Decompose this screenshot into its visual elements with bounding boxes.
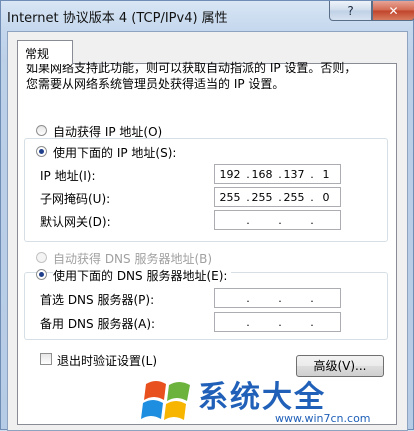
gateway-dot-3: . — [310, 214, 314, 227]
manual-dns-label[interactable]: 使用下面的 DNS 服务器地址(E): — [53, 267, 232, 284]
pdns-dot-1: . — [246, 292, 250, 305]
mask-octet-2: 255 — [251, 191, 273, 204]
auto-dns-radio[interactable] — [36, 252, 47, 263]
help-button[interactable]: ? — [329, 1, 372, 21]
default-gateway-input[interactable]: . . . — [214, 210, 341, 230]
pdns-dot-2: . — [278, 292, 282, 305]
alternate-dns-input[interactable]: . . . — [214, 312, 341, 332]
ip-octet-3: 137 — [283, 168, 305, 181]
close-icon: ✕ — [388, 3, 399, 18]
ip-address-label: IP 地址(I): — [40, 169, 96, 183]
gateway-dot-1: . — [246, 214, 250, 227]
manual-ip-label[interactable]: 使用下面的 IP 地址(S): — [53, 144, 181, 161]
auto-ip-label[interactable]: 自动获得 IP 地址(O) — [53, 123, 162, 140]
validate-on-exit-label[interactable]: 退出时验证设置(L) — [57, 352, 157, 369]
windows-logo-icon — [141, 381, 190, 420]
subnet-mask-label: 子网掩码(U): — [40, 192, 111, 206]
watermark-text: 系统大全 — [198, 380, 326, 415]
adns-dot-3: . — [310, 316, 314, 329]
manual-dns-radio[interactable] — [36, 269, 47, 280]
tab-general[interactable]: 常规 — [17, 40, 73, 64]
description-line-2: 您需要从网络系统管理员处获得适当的 IP 设置。 — [26, 77, 285, 91]
adns-dot-1: . — [246, 316, 250, 329]
adns-dot-2: . — [278, 316, 282, 329]
ip-octet-1: 192 — [219, 168, 241, 181]
pdns-dot-3: . — [310, 292, 314, 305]
gateway-dot-2: . — [278, 214, 282, 227]
ip-address-input[interactable]: 192 . 168 . 137 . 1 — [214, 164, 341, 184]
preferred-dns-input[interactable]: . . . — [214, 288, 341, 308]
description-text: 如果网络支持此功能，则可以获取自动指派的 IP 设置。否则， 您需要从网络系统管… — [26, 60, 356, 92]
window-title: Internet 协议版本 4 (TCP/IPv4) 属性 — [7, 11, 228, 26]
manual-ip-radio[interactable] — [36, 146, 47, 157]
mask-octet-4: 0 — [322, 191, 330, 204]
alternate-dns-label: 备用 DNS 服务器(A): — [40, 317, 156, 331]
watermark: 系统大全 www.win7cn.com — [140, 372, 414, 430]
preferred-dns-label: 首选 DNS 服务器(P): — [40, 293, 155, 307]
mask-octet-3: 255 — [283, 191, 305, 204]
watermark-url: www.win7cn.com — [275, 412, 371, 425]
auto-ip-radio[interactable] — [36, 125, 47, 136]
tab-general-label: 常规 — [25, 47, 50, 61]
auto-dns-label[interactable]: 自动获得 DNS 服务器地址(B) — [53, 250, 212, 267]
title-bar[interactable]: Internet 协议版本 4 (TCP/IPv4) 属性 ? ✕ — [1, 1, 414, 31]
default-gateway-label: 默认网关(D): — [40, 215, 111, 229]
mask-octet-1: 255 — [219, 191, 241, 204]
validate-on-exit-checkbox[interactable] — [40, 353, 52, 365]
help-icon: ? — [347, 3, 354, 18]
close-button[interactable]: ✕ — [372, 1, 414, 21]
ip-octet-2: 168 — [251, 168, 273, 181]
description-line-1: 如果网络支持此功能，则可以获取自动指派的 IP 设置。否则， — [26, 61, 357, 75]
ip-octet-4: 1 — [322, 168, 330, 181]
subnet-mask-input[interactable]: 255 . 255 . 255 . 0 — [214, 187, 341, 207]
